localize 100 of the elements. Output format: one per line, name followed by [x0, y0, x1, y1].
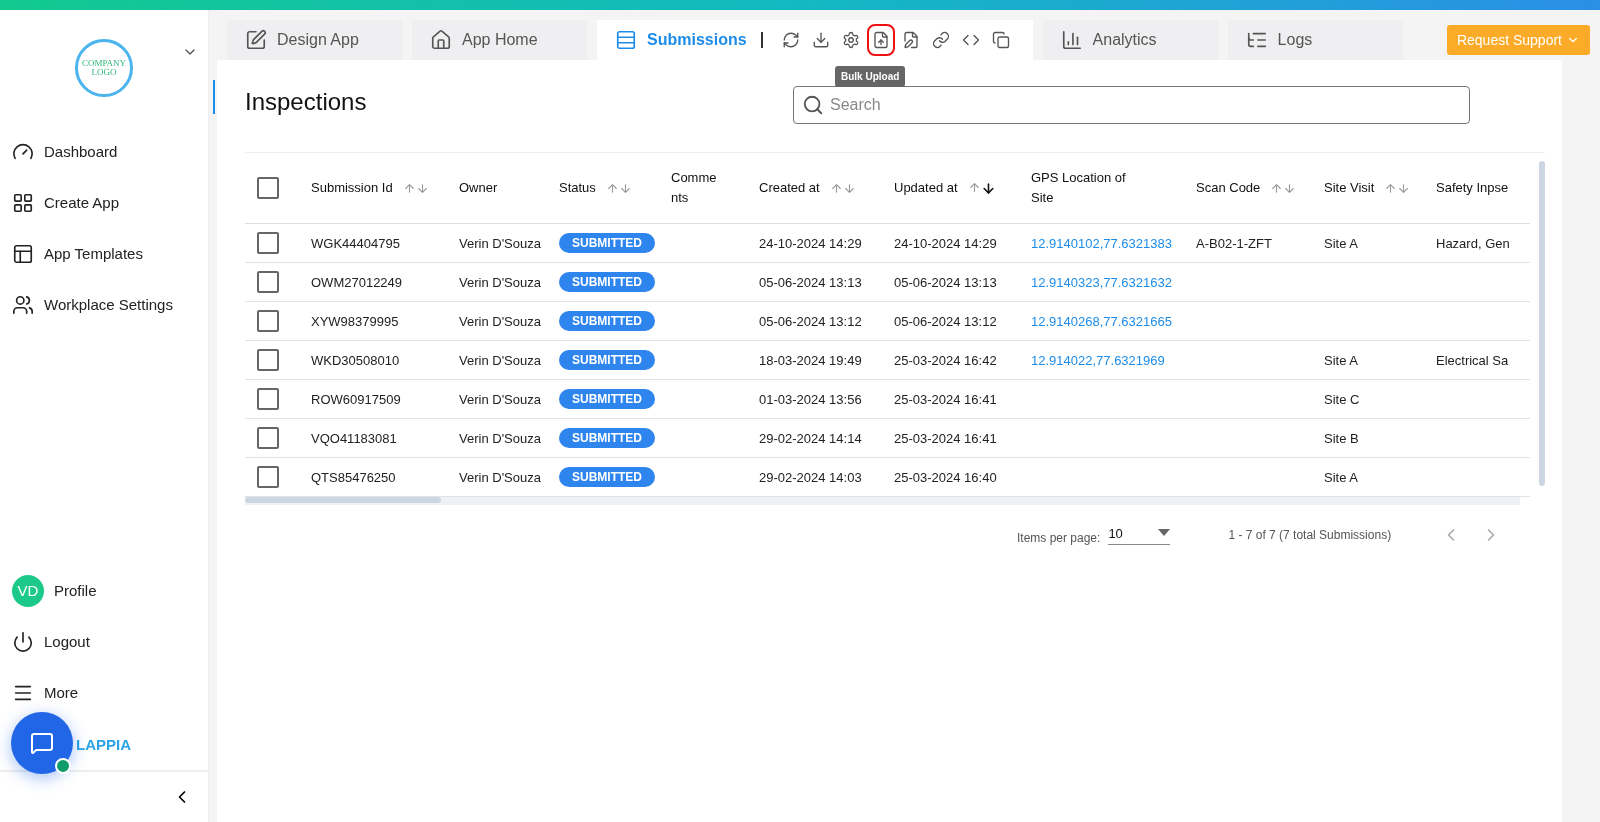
online-dot [55, 758, 71, 774]
table-cell: OWM27012249 [311, 274, 403, 290]
column-header: GPS Location of Site [1031, 169, 1127, 207]
status-badge: SUBMITTED [559, 350, 655, 370]
table-cell: Electrical Sa [1436, 352, 1509, 368]
power-icon [12, 630, 34, 653]
nav-item[interactable]: App Templates [0, 228, 208, 279]
table-cell: 24-10-2024 14:29 [759, 235, 862, 251]
per-page-select[interactable]: 10 [1108, 525, 1171, 545]
sort-icon[interactable] [967, 180, 996, 196]
table-cell: Site A [1324, 352, 1358, 368]
location-link[interactable]: 12.9140323,77.6321632 [1031, 274, 1172, 290]
nav-item[interactable]: More [0, 667, 208, 718]
layout-icon [12, 242, 34, 265]
table-cell: Site A [1324, 469, 1358, 485]
table-cell: Site C [1324, 391, 1360, 407]
tab[interactable]: Logs [1227, 20, 1403, 60]
table-cell: 05-06-2024 13:12 [759, 313, 862, 329]
table-cell: Verin D'Souza [459, 235, 541, 251]
table-cell: Site A [1324, 235, 1358, 251]
table-cell: Hazard, Gen [1436, 235, 1510, 251]
column-header: Owner [459, 179, 498, 197]
table-cell: 05-06-2024 13:13 [894, 274, 997, 290]
nav-item[interactable]: Workplace Settings [0, 279, 208, 330]
items-per-page-label: Items per page: [1017, 530, 1101, 545]
table-cell: ROW60917509 [311, 391, 401, 407]
tooltip: Bulk Upload [835, 66, 906, 87]
column-header: Scan Code [1196, 179, 1261, 197]
table-cell: WGK44404795 [311, 235, 400, 251]
status-badge: SUBMITTED [559, 311, 655, 331]
nav-item[interactable]: VD Profile [0, 565, 208, 616]
checkbox[interactable] [257, 466, 279, 488]
checkbox[interactable] [257, 349, 279, 371]
column-header: Comme nts [671, 169, 718, 207]
column-header: Created at [759, 179, 820, 197]
caret-icon [1158, 529, 1171, 537]
table-cell: 25-03-2024 16:41 [894, 391, 997, 407]
checkbox[interactable] [257, 310, 279, 332]
file-edit-icon [901, 31, 920, 49]
tab[interactable]: App Home [412, 20, 587, 60]
home-icon [430, 29, 452, 51]
search-field[interactable]: Search [793, 86, 1470, 124]
nav-item[interactable]: Logout [0, 616, 208, 667]
chat-button[interactable] [11, 712, 73, 774]
checkbox[interactable] [257, 388, 279, 410]
table-cell: VQO41183081 [311, 430, 397, 446]
table-cell: 29-02-2024 14:14 [759, 430, 862, 446]
table-cell: 18-03-2024 19:49 [759, 352, 862, 368]
table-cell: Verin D'Souza [459, 430, 541, 446]
checkbox[interactable] [257, 232, 279, 254]
tab[interactable]: Design App [227, 20, 402, 60]
search-icon [802, 94, 824, 116]
nav-item[interactable]: Dashboard [0, 126, 208, 177]
toolbar-button[interactable] [866, 24, 895, 56]
table-cell: Verin D'Souza [459, 274, 541, 290]
download-icon [811, 31, 830, 49]
copy-icon [991, 31, 1010, 49]
table-cell: 01-03-2024 13:56 [759, 391, 862, 407]
nav-item[interactable]: Create App [0, 177, 208, 228]
checkbox[interactable] [257, 271, 279, 293]
column-header: Submission Id [311, 179, 393, 197]
table-cell: A-B02-1-ZFT [1196, 235, 1272, 251]
page-title: Inspections [245, 88, 368, 116]
file-upload-icon [871, 31, 890, 49]
bar-chart-icon [1060, 29, 1083, 51]
table-cell: XYW98379995 [311, 313, 399, 329]
table-cell: 25-03-2024 16:41 [894, 430, 997, 446]
location-link[interactable]: 12.9140268,77.6321665 [1031, 313, 1172, 329]
users-icon [12, 293, 34, 316]
table-cell: 25-03-2024 16:42 [894, 352, 997, 368]
refresh-icon [781, 31, 800, 49]
table-cell: WKD30508010 [311, 352, 400, 368]
column-header: Safety Inpse [1436, 179, 1509, 197]
checkbox[interactable] [257, 177, 279, 199]
table-cell: Verin D'Souza [459, 469, 541, 485]
settings-icon [841, 31, 860, 49]
company-logo: COMPANY LOGO [75, 39, 133, 97]
location-link[interactable]: 12.914022,77.6321969 [1031, 352, 1165, 368]
table-cell: Verin D'Souza [459, 391, 541, 407]
status-badge: SUBMITTED [559, 233, 655, 253]
grid-icon [12, 191, 34, 214]
table-cell: 05-06-2024 13:13 [759, 274, 862, 290]
status-badge: SUBMITTED [559, 272, 655, 292]
table-cell: 29-02-2024 14:03 [759, 469, 862, 485]
status-badge: SUBMITTED [559, 389, 655, 409]
column-header: Updated at [894, 179, 958, 197]
chat-icon [30, 731, 54, 755]
tab[interactable]: Analytics [1042, 20, 1218, 60]
table-cell: 24-10-2024 14:29 [894, 235, 997, 251]
scrollbar[interactable] [245, 497, 441, 503]
brand-logo: LAPPIA [76, 735, 131, 753]
scrollbar[interactable] [1539, 161, 1545, 486]
link-icon [931, 31, 950, 49]
table-cell: QTS85476250 [311, 469, 396, 485]
table-cell: 25-03-2024 16:40 [894, 469, 997, 485]
checkbox[interactable] [257, 427, 279, 449]
column-header: Site Visit [1324, 179, 1375, 197]
location-link[interactable]: 12.9140102,77.6321383 [1031, 235, 1172, 251]
page-range: 1 - 7 of 7 (7 total Submissions) [1228, 528, 1392, 542]
column-header: Status [559, 179, 596, 197]
